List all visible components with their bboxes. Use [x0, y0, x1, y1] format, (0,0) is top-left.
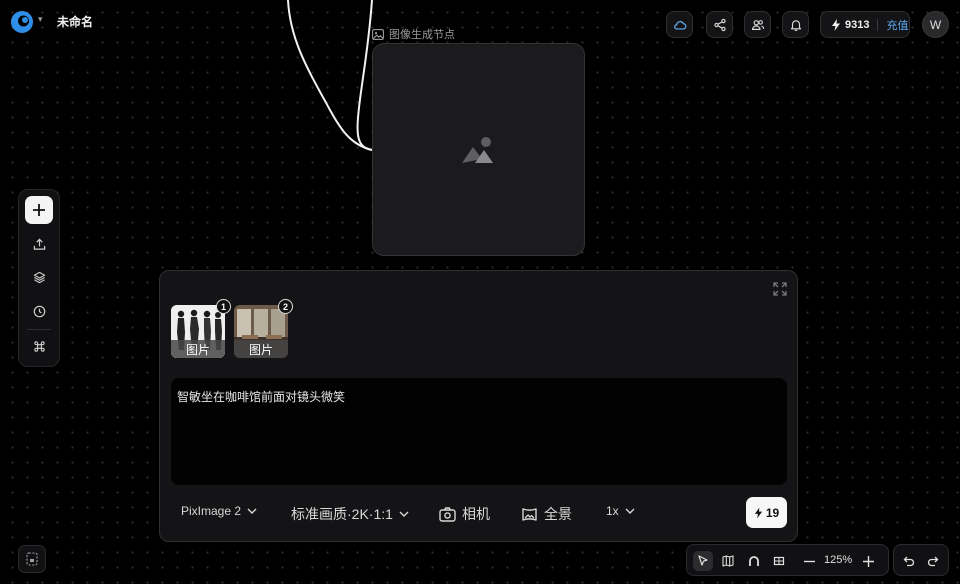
history-button[interactable] [25, 297, 53, 325]
minimap-icon [26, 552, 38, 566]
recharge-link[interactable]: 充值 [886, 17, 908, 33]
minimap-toggle-button[interactable] [18, 545, 46, 573]
add-node-button[interactable] [25, 196, 53, 224]
node-title[interactable]: 图像生成节点 [372, 26, 455, 42]
reference-image-1[interactable]: 图片 [171, 305, 225, 358]
credits-divider [877, 18, 879, 31]
frame-tool-button[interactable] [769, 551, 789, 571]
upload-button[interactable] [25, 230, 53, 258]
panorama-label: 全景 [544, 506, 572, 522]
share-icon [713, 18, 726, 31]
generate-button[interactable]: 19 [746, 497, 787, 528]
command-key-icon [33, 340, 45, 352]
image-generation-node[interactable] [372, 43, 585, 256]
count-select-value: 1x [606, 504, 619, 518]
project-title[interactable]: 未命名 [57, 13, 93, 30]
count-select[interactable]: 1x [606, 504, 635, 518]
layers-button[interactable] [25, 263, 53, 291]
image-placeholder-icon [461, 136, 493, 163]
map-tool-button[interactable] [718, 551, 738, 571]
bell-icon [790, 19, 801, 31]
clock-icon [33, 305, 45, 317]
magnet-icon [749, 556, 759, 566]
redo-button[interactable] [923, 551, 943, 571]
zoom-in-button[interactable] [858, 551, 878, 571]
plus-icon [33, 204, 45, 216]
canvas-controls: 125% [686, 544, 889, 576]
expand-panel-button[interactable] [773, 282, 787, 301]
users-icon [751, 19, 764, 30]
reference-image-1-badge: 1 [216, 299, 231, 314]
node-connector-line [287, 0, 373, 151]
camera-label: 相机 [462, 506, 490, 522]
chevron-down-icon [399, 511, 409, 517]
logo-menu-caret-icon[interactable]: ▾ [38, 14, 43, 25]
zoom-level[interactable]: 125% [824, 554, 852, 566]
chevron-down-icon [625, 508, 635, 514]
credits-widget[interactable]: 9313 充值 [820, 11, 910, 38]
user-avatar[interactable]: W [922, 11, 949, 38]
lightning-icon [754, 507, 762, 518]
chevron-down-icon [247, 508, 257, 514]
cursor-icon [697, 555, 708, 566]
undo-icon [903, 556, 915, 567]
generate-cost: 19 [765, 505, 780, 520]
toolbar-divider [27, 329, 51, 330]
quality-select[interactable]: 标准画质·2K·1:1 [291, 504, 409, 524]
minus-icon [803, 560, 815, 562]
reference-image-2[interactable]: 图片 [234, 305, 288, 358]
model-select-value: PixImage 2 [181, 504, 242, 518]
select-tool-button[interactable] [693, 551, 713, 571]
node-title-text: 图像生成节点 [389, 29, 455, 41]
upload-icon [33, 238, 45, 250]
model-select[interactable]: PixImage 2 [181, 504, 257, 518]
reference-image-1-label: 图片 [171, 340, 225, 358]
camera-icon [439, 506, 456, 522]
reference-image-2-label: 图片 [234, 340, 288, 358]
reference-image-2-badge: 2 [278, 299, 293, 314]
left-toolbar [18, 189, 60, 367]
quality-select-value: 标准画质·2K·1:1 [291, 506, 393, 522]
panorama-icon [522, 507, 537, 521]
layers-icon [33, 271, 45, 283]
expand-icon [773, 282, 787, 296]
generation-panel: 图片 1 图片 2 智敏坐在咖啡馆前面对镜头微笑 PixImage 2 标准画质… [159, 270, 798, 542]
zoom-out-button[interactable] [799, 551, 819, 571]
undo-button[interactable] [899, 551, 919, 571]
plus-icon [862, 555, 874, 567]
map-icon [722, 555, 734, 567]
image-icon [372, 28, 384, 40]
history-controls [893, 544, 949, 576]
redo-icon [927, 556, 939, 567]
panorama-button[interactable]: 全景 [521, 504, 572, 524]
app-logo-icon[interactable] [10, 10, 34, 34]
shortcuts-button[interactable] [25, 332, 53, 360]
share-button[interactable] [706, 11, 733, 38]
frame-icon [773, 556, 785, 566]
cloud-sync-button[interactable] [666, 11, 693, 38]
notifications-button[interactable] [782, 11, 809, 38]
prompt-input[interactable]: 智敏坐在咖啡馆前面对镜头微笑 [171, 378, 787, 485]
camera-button[interactable]: 相机 [439, 504, 490, 524]
lightning-icon [832, 18, 840, 31]
credits-balance: 9313 [845, 18, 870, 31]
magnet-tool-button[interactable] [744, 551, 764, 571]
collaborators-button[interactable] [744, 11, 771, 38]
cloud-icon [673, 20, 686, 30]
